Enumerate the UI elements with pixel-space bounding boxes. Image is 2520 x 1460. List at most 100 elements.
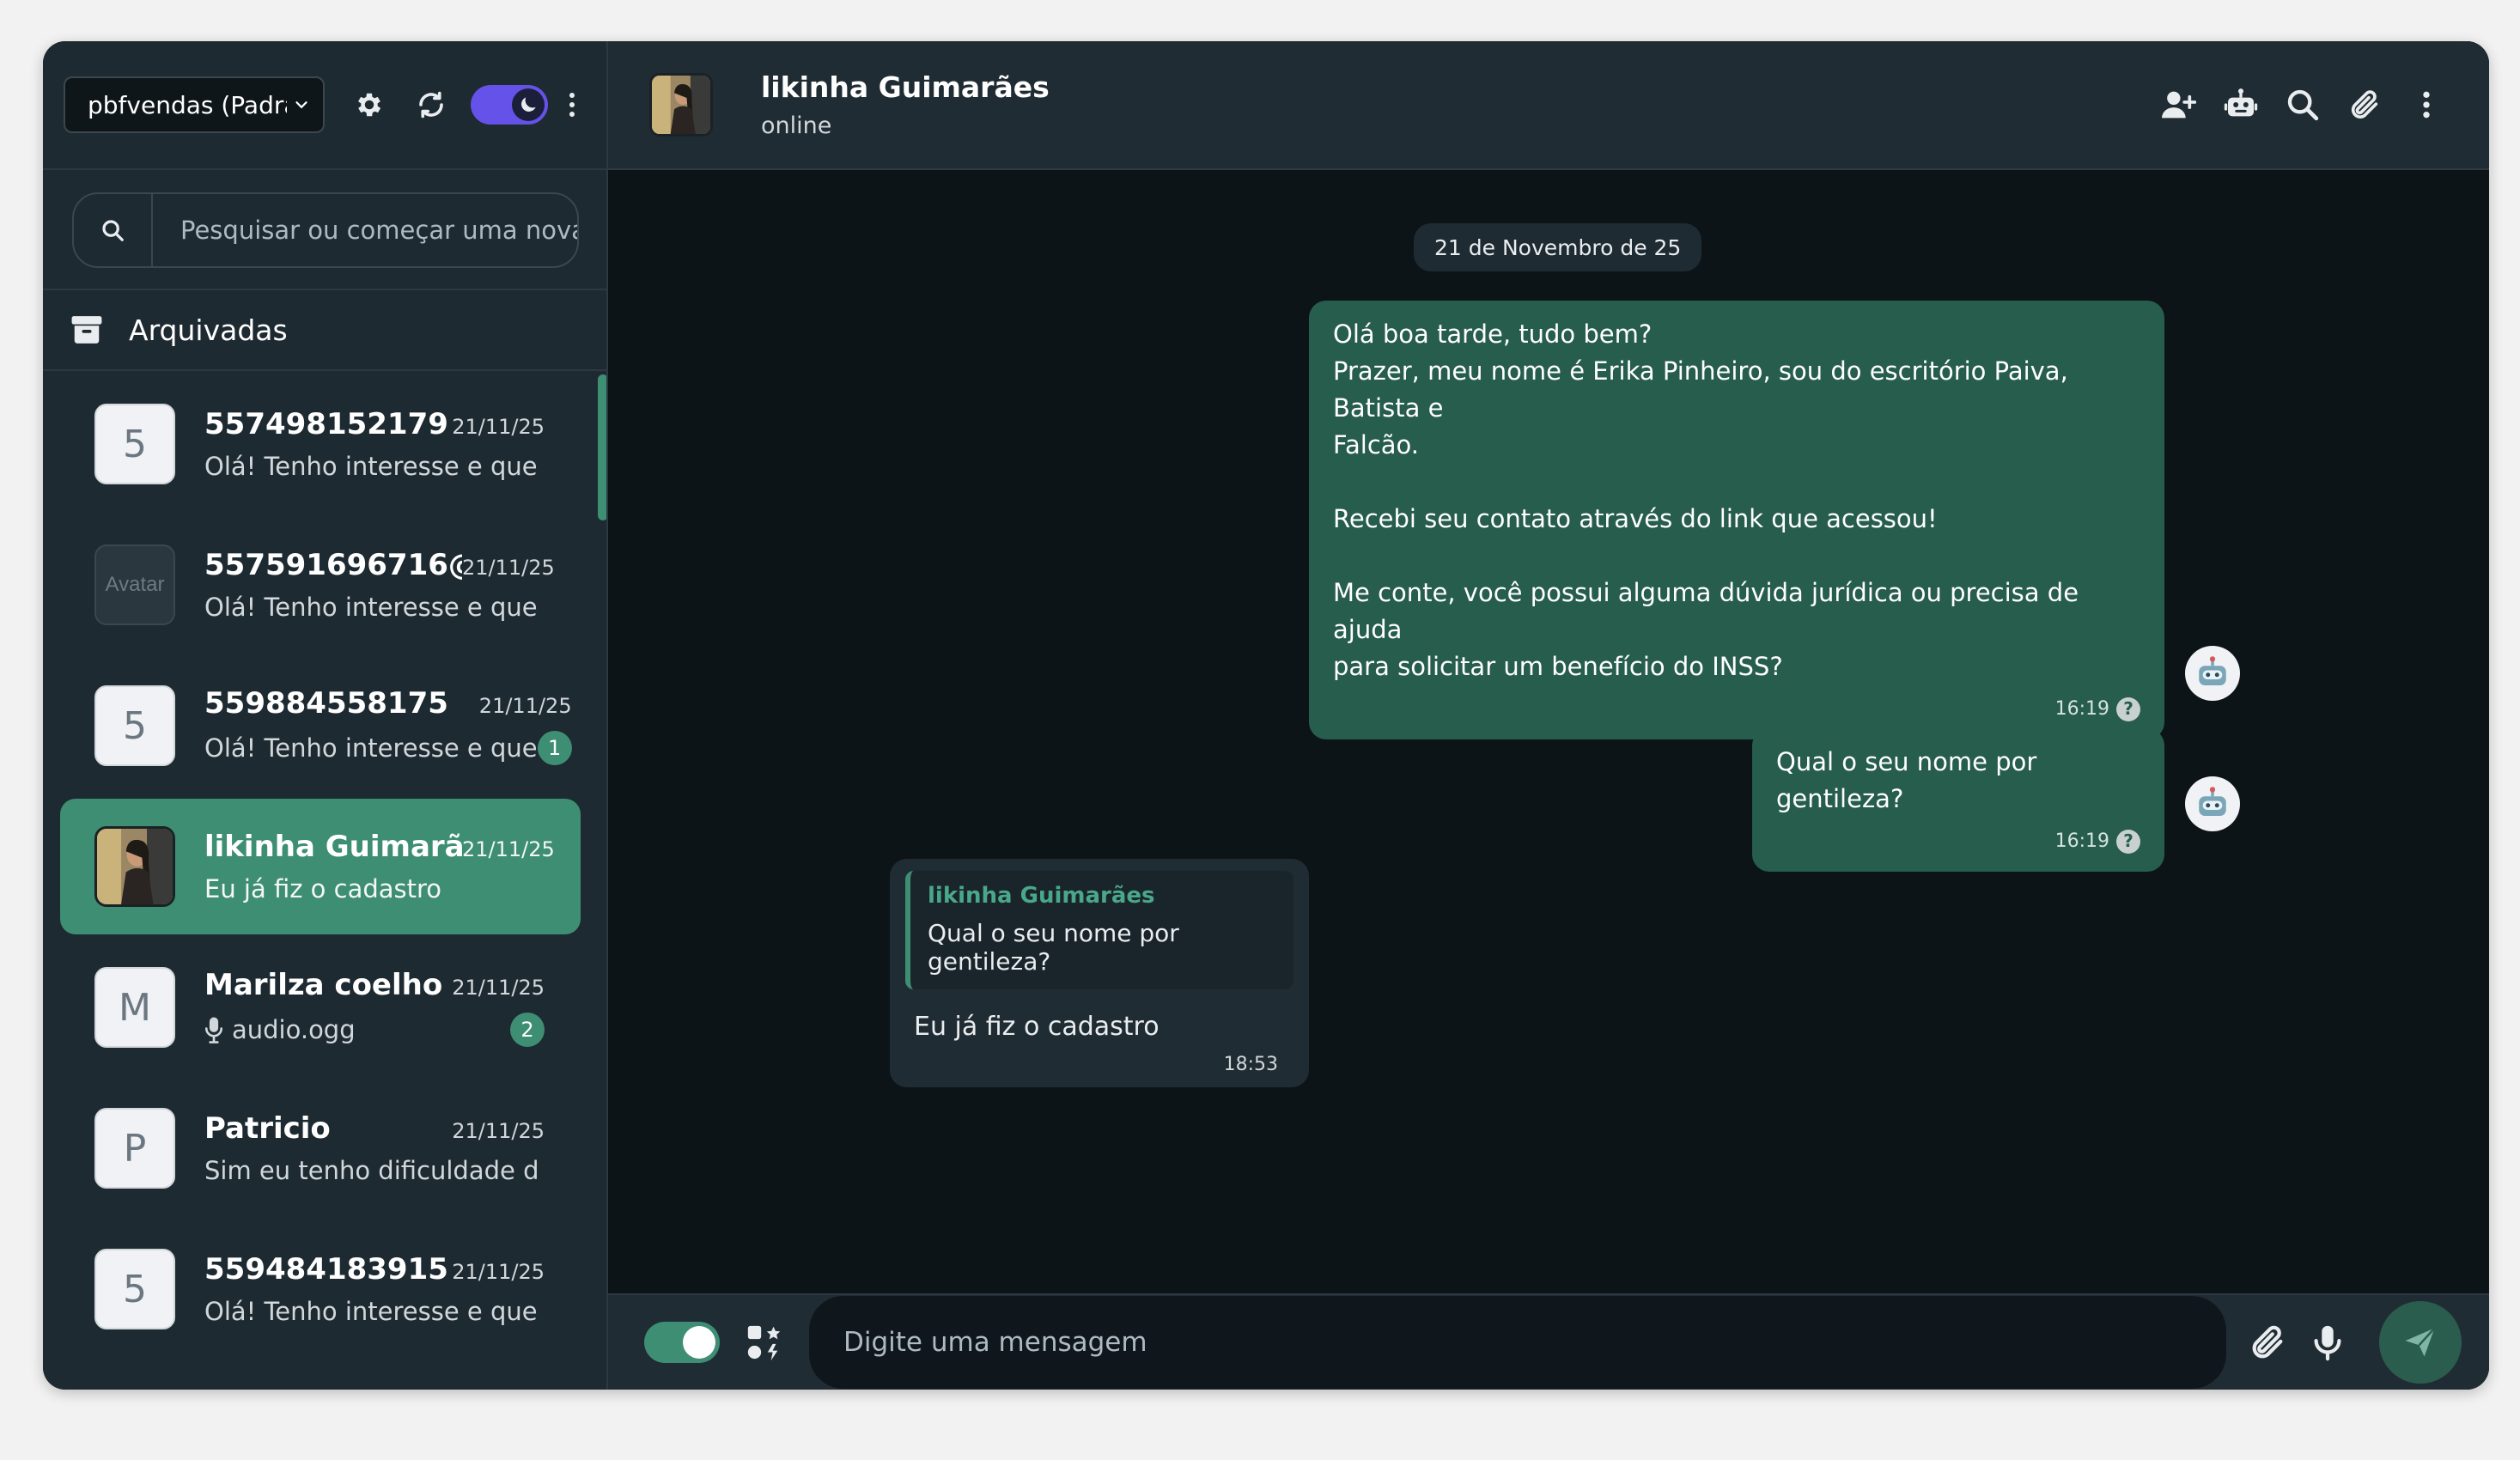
unread-badge: 2 bbox=[510, 1013, 545, 1047]
message-input[interactable] bbox=[809, 1296, 2226, 1389]
chat-preview: Sim eu tenho dificuldade de... bbox=[204, 1156, 539, 1185]
chat-preview: Olá! Tenho interesse e que bbox=[204, 733, 538, 763]
contact-avatar[interactable] bbox=[649, 73, 713, 137]
date-separator: 21 de Novembro de 25 bbox=[1414, 223, 1702, 271]
microphone-icon bbox=[204, 1017, 223, 1043]
avatar-alt-text: Avatar bbox=[105, 573, 165, 596]
chat-name: 557498152179 bbox=[204, 407, 448, 441]
chat-name: 559484183915 bbox=[204, 1252, 448, 1287]
chat-item[interactable]: 5 559884558175 21/11/25 Olá! Tenho inter… bbox=[60, 658, 581, 794]
chat-name: Patricio bbox=[204, 1111, 331, 1146]
channel-select-value: pbfvendas (Padrão) bbox=[88, 90, 287, 119]
moon-icon bbox=[512, 88, 545, 121]
chat-preview: Olá! Tenho interesse e quer... bbox=[204, 452, 539, 481]
robot-icon bbox=[2199, 787, 2226, 816]
message-time: 18:53 bbox=[1223, 1054, 1278, 1075]
gear-icon[interactable] bbox=[352, 88, 387, 122]
sidebar: pbfvendas (Padrão) bbox=[43, 41, 608, 1390]
chat-item[interactable]: 5 557498152179 21/11/25 Olá! Tenho inter… bbox=[60, 376, 581, 512]
search-input[interactable] bbox=[153, 194, 577, 266]
quoted-message[interactable]: likinha Guimarães Qual o seu nome por ge… bbox=[905, 871, 1293, 989]
chat-list-scrollbar[interactable] bbox=[598, 374, 606, 520]
sidebar-header: pbfvendas (Padrão) bbox=[43, 41, 606, 170]
quoted-sender: likinha Guimarães bbox=[928, 883, 1155, 909]
message-composer bbox=[608, 1293, 2489, 1390]
app-window: pbfvendas (Padrão) bbox=[43, 41, 2489, 1390]
message-time: 16:19 bbox=[2054, 698, 2109, 720]
search-box bbox=[72, 192, 579, 268]
chat-item[interactable]: 5 559484183915 21/11/25 Olá! Tenho inter… bbox=[60, 1221, 581, 1357]
avatar: Avatar bbox=[94, 544, 175, 625]
archived-label: Arquivadas bbox=[129, 313, 288, 347]
chat-item[interactable]: P Patricio 21/11/25 Sim eu tenho dificul… bbox=[60, 1080, 581, 1216]
attach-icon[interactable] bbox=[2245, 1320, 2290, 1365]
unread-badge: 1 bbox=[537, 731, 572, 765]
chat-list: 5 557498152179 21/11/25 Olá! Tenho inter… bbox=[43, 371, 606, 1390]
archive-icon bbox=[71, 316, 102, 344]
bot-avatar bbox=[2185, 646, 2240, 701]
paperclip-icon[interactable] bbox=[2347, 87, 2383, 123]
incoming-message[interactable]: likinha Guimarães Qual o seu nome por ge… bbox=[890, 859, 1309, 1087]
search-icon[interactable] bbox=[2285, 87, 2321, 123]
avatar: P bbox=[94, 1108, 175, 1189]
chevron-down-icon bbox=[295, 101, 307, 109]
chat-date: 21/11/25 bbox=[452, 415, 545, 439]
chat-preview: Olá! Tenho interesse e quer... bbox=[204, 593, 539, 622]
conversation-header: likinha Guimarães online bbox=[608, 41, 2489, 170]
add-user-icon[interactable] bbox=[2161, 87, 2197, 123]
robot-icon bbox=[2199, 656, 2226, 685]
outgoing-message[interactable]: Qual o seu nome por gentileza? 16:19 ? bbox=[1752, 728, 2164, 872]
conversation-menu-icon[interactable] bbox=[2408, 87, 2444, 123]
contact-photo bbox=[97, 829, 173, 904]
chat-preview-text: audio.ogg bbox=[232, 1015, 356, 1044]
conversation-panel: likinha Guimarães online 21 de Novembro … bbox=[608, 41, 2489, 1390]
message-time: 16:19 bbox=[2054, 830, 2109, 852]
bot-toggle[interactable] bbox=[644, 1322, 720, 1363]
contact-name: likinha Guimarães bbox=[761, 70, 1050, 104]
chat-date: 21/11/25 bbox=[462, 837, 555, 861]
contact-info[interactable]: likinha Guimarães online bbox=[761, 70, 1050, 139]
search-icon[interactable] bbox=[74, 194, 153, 266]
avatar: M bbox=[94, 967, 175, 1048]
chat-name: 559884558175 bbox=[204, 686, 448, 721]
quoted-text: Qual o seu nome por gentileza? bbox=[928, 919, 1179, 976]
channel-select[interactable]: pbfvendas (Padrão) bbox=[64, 76, 325, 133]
send-button[interactable] bbox=[2379, 1301, 2462, 1384]
robot-icon[interactable] bbox=[2223, 87, 2259, 123]
message-text: Qual o seu nome por gentileza? bbox=[1776, 747, 2037, 813]
sidebar-menu-icon[interactable] bbox=[563, 88, 581, 122]
chat-preview: audio.ogg bbox=[204, 1015, 356, 1044]
microphone-icon[interactable] bbox=[2305, 1320, 2350, 1365]
chat-date: 21/11/25 bbox=[452, 1119, 545, 1143]
contact-status: online bbox=[761, 113, 832, 139]
chat-item-active[interactable]: likinha Guimarães 21/11/25 Eu já fiz o c… bbox=[60, 799, 581, 934]
message-status-icon: ? bbox=[2116, 829, 2140, 854]
dark-mode-toggle[interactable] bbox=[471, 85, 548, 125]
chat-item[interactable]: M Marilza coelho 21/11/25 audio.ogg 2 bbox=[60, 940, 581, 1075]
avatar: 5 bbox=[94, 1249, 175, 1329]
outgoing-message[interactable]: Olá boa tarde, tudo bem? Prazer, meu nom… bbox=[1309, 301, 2164, 739]
chat-name: likinha Guimarães bbox=[204, 830, 462, 864]
refresh-icon[interactable] bbox=[414, 88, 448, 122]
avatar bbox=[94, 826, 175, 907]
chat-item[interactable]: Avatar 557591696716@... 21/11/25 Olá! Te… bbox=[60, 517, 581, 653]
chat-date: 21/11/25 bbox=[452, 1260, 545, 1284]
chat-date: 21/11/25 bbox=[452, 976, 545, 1000]
chat-date: 21/11/25 bbox=[478, 694, 572, 718]
chat-preview: Olá! Tenho interesse e quer... bbox=[204, 1297, 539, 1326]
bot-avatar bbox=[2185, 776, 2240, 831]
chat-preview: Eu já fiz o cadastro bbox=[204, 874, 442, 903]
chat-name: Marilza coelho bbox=[204, 968, 443, 1002]
archived-row[interactable]: Arquivadas bbox=[43, 290, 606, 371]
message-status-icon: ? bbox=[2116, 697, 2140, 721]
search-row bbox=[43, 170, 606, 290]
chat-name: 557591696716@... bbox=[204, 548, 462, 582]
message-text: Eu já fiz o cadastro bbox=[914, 1012, 1160, 1042]
chat-date: 21/11/25 bbox=[462, 556, 555, 580]
quick-actions-icon[interactable] bbox=[742, 1320, 787, 1365]
contact-photo bbox=[652, 76, 710, 134]
avatar: 5 bbox=[94, 404, 175, 484]
message-text: Olá boa tarde, tudo bem? Prazer, meu nom… bbox=[1333, 319, 2079, 681]
send-icon bbox=[2405, 1327, 2436, 1357]
message-area: 21 de Novembro de 25 Olá boa tarde, tudo… bbox=[608, 170, 2489, 1293]
